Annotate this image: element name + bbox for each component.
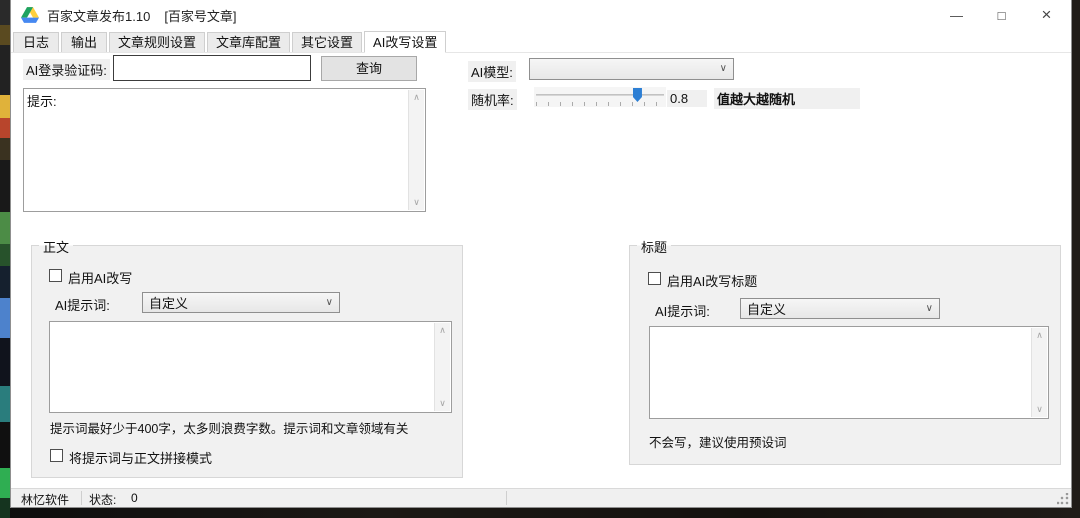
minimize-icon[interactable]: —	[934, 0, 979, 30]
body-textarea-scrollbar[interactable]: ∧ ∨	[434, 323, 450, 411]
hint-scrollbar[interactable]: ∧ ∨	[408, 90, 424, 210]
body-prompt-textarea-content	[53, 324, 431, 410]
ai-login-code-input[interactable]	[113, 55, 311, 81]
body-prompt-label: AI提示词:	[55, 298, 110, 313]
titlebar: 百家文章发布1.10 [百家号文章] — □ ×	[11, 0, 1071, 30]
window-title: 百家文章发布1.10	[47, 8, 151, 24]
scroll-up-icon[interactable]: ∧	[1036, 328, 1043, 343]
hint-textbox-content: 提示:	[27, 94, 57, 109]
tab-output[interactable]: 输出	[61, 32, 107, 52]
ai-login-code-label: AI登录验证码:	[23, 59, 110, 80]
chevron-down-icon: ∨	[925, 302, 933, 314]
tab-log[interactable]: 日志	[13, 32, 59, 52]
title-prompt-hint: 不会写，建议使用预设词	[649, 436, 787, 450]
app-icon	[21, 7, 39, 23]
random-rate-hint: 值越大越随机	[714, 88, 860, 109]
window-controls: — □ ×	[934, 0, 1069, 30]
window-subtitle: [百家号文章]	[164, 8, 237, 24]
slider-thumb[interactable]	[632, 88, 642, 102]
hint-textbox[interactable]: 提示: ∧ ∨	[23, 88, 426, 212]
scroll-up-icon[interactable]: ∧	[413, 90, 420, 105]
statusbar-status-value: 0	[131, 491, 138, 505]
status-bar: 林忆软件 状态: 0	[11, 488, 1071, 507]
tab-strip: 日志 输出 文章规则设置 文章库配置 其它设置 AI改写设置	[11, 30, 1071, 53]
title-prompt-textarea-content	[653, 329, 1028, 416]
body-prompt-value: 自定义	[149, 296, 189, 311]
tab-article-rules[interactable]: 文章规则设置	[109, 32, 206, 52]
body-groupbox: 正文 启用AI改写 AI提示词: 自定义 ∨ ∧ ∨ 提示词最好少于400字，太…	[31, 237, 463, 478]
title-groupbox: 标题 启用AI改写标题 AI提示词: 自定义 ∨ ∧ ∨ 不会写，建议使用预设词	[629, 237, 1061, 465]
app-window: 百家文章发布1.10 [百家号文章] — □ × 日志 输出 文章规则设置 文章…	[10, 0, 1072, 508]
scroll-down-icon[interactable]: ∨	[1036, 402, 1043, 417]
desktop-background-strip	[0, 0, 10, 518]
tab-other-settings[interactable]: 其它设置	[292, 32, 363, 52]
body-prompt-textarea[interactable]: ∧ ∨	[49, 321, 452, 413]
random-rate-value: 0.8	[667, 90, 707, 107]
random-rate-slider[interactable]	[534, 87, 666, 107]
close-icon[interactable]: ×	[1024, 0, 1069, 30]
title-prompt-label: AI提示词:	[655, 304, 710, 319]
concat-mode-label: 将提示词与正文拼接模式	[69, 451, 213, 466]
statusbar-separator	[506, 491, 507, 505]
statusbar-brand: 林忆软件	[21, 493, 70, 507]
title-prompt-select[interactable]: 自定义 ∨	[740, 298, 940, 319]
maximize-icon[interactable]: □	[979, 0, 1024, 30]
scroll-down-icon[interactable]: ∨	[439, 396, 446, 411]
chevron-down-icon: ∨	[719, 63, 727, 74]
resize-grip-icon[interactable]	[1057, 493, 1069, 505]
scroll-up-icon[interactable]: ∧	[439, 323, 446, 338]
title-prompt-textarea[interactable]: ∧ ∨	[649, 326, 1049, 419]
enable-ai-rewrite-title-checkbox[interactable]	[648, 272, 661, 285]
ai-model-label: AI模型:	[468, 61, 516, 82]
statusbar-separator	[81, 491, 82, 505]
slider-ticks	[536, 102, 664, 106]
tab-ai-rewrite-settings[interactable]: AI改写设置	[364, 31, 447, 53]
query-button[interactable]: 查询	[321, 56, 417, 81]
body-group-legend: 正文	[39, 237, 74, 256]
title-textarea-scrollbar[interactable]: ∧ ∨	[1031, 328, 1047, 417]
scroll-down-icon[interactable]: ∨	[413, 195, 420, 210]
chevron-down-icon: ∨	[325, 296, 333, 308]
statusbar-status-label: 状态:	[89, 493, 117, 507]
tab-article-library[interactable]: 文章库配置	[207, 32, 291, 52]
title-prompt-value: 自定义	[747, 302, 787, 317]
enable-ai-rewrite-label: 启用AI改写	[68, 271, 133, 286]
body-prompt-select[interactable]: 自定义 ∨	[142, 292, 340, 313]
random-rate-label: 随机率:	[468, 89, 517, 110]
enable-ai-rewrite-checkbox[interactable]	[49, 269, 62, 282]
title-group-legend: 标题	[637, 237, 672, 256]
body-prompt-hint: 提示词最好少于400字，太多则浪费字数。提示词和文章领域有关	[50, 422, 409, 436]
ai-model-select[interactable]: ∨	[529, 58, 734, 80]
enable-ai-rewrite-title-label: 启用AI改写标题	[667, 274, 758, 289]
slider-track	[536, 94, 664, 96]
concat-mode-checkbox[interactable]	[50, 449, 63, 462]
